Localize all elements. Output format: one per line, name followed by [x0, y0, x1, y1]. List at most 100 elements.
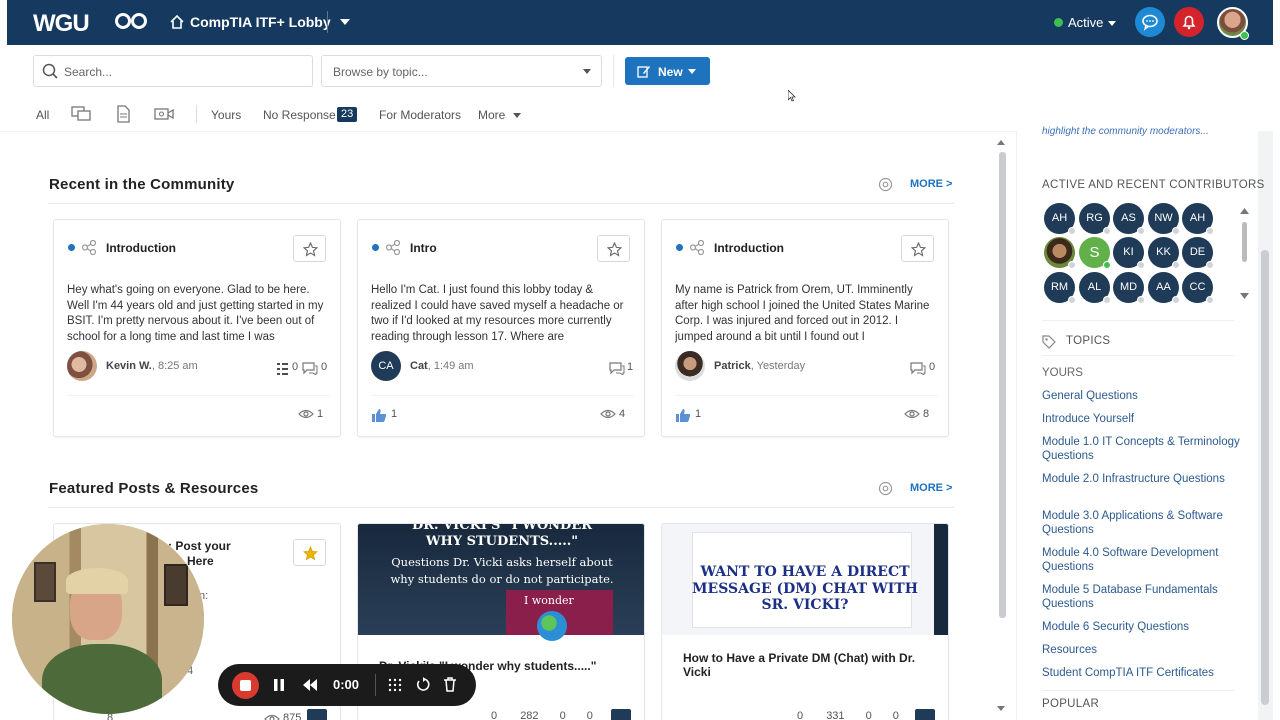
stop-recording-button[interactable]: [232, 672, 259, 699]
eye-icon: [264, 714, 280, 720]
scroll-up-icon[interactable]: [997, 140, 1005, 145]
moderators-note[interactable]: highlight the community moderators...: [1042, 126, 1209, 137]
likes-count: 1: [391, 408, 398, 420]
author-name[interactable]: Kevin W.: [106, 360, 152, 372]
answers-count: 0: [292, 361, 299, 373]
author-name[interactable]: Patrick: [714, 360, 751, 372]
contributors-title: ACTIVE AND RECENT CONTRIBUTORS: [1042, 179, 1265, 191]
featured-post-title[interactable]: How to Have a Private DM (Chat) with Dr.…: [683, 651, 933, 679]
favorite-button[interactable]: [597, 235, 630, 262]
wall-frame: [34, 562, 56, 602]
status-caret-icon[interactable]: [1108, 21, 1116, 26]
rewind-icon[interactable]: [302, 678, 318, 692]
topic-link[interactable]: Module 3.0 Applications & Software Quest…: [1042, 509, 1242, 537]
topic-link[interactable]: Resources: [1042, 643, 1242, 657]
shares-count: 0: [586, 710, 593, 720]
messages-button[interactable]: [1135, 7, 1165, 37]
grid-icon[interactable]: [388, 678, 402, 692]
comments-count: 0: [797, 710, 804, 720]
filter-yours[interactable]: Yours: [211, 108, 241, 122]
new-post-button[interactable]: New: [625, 57, 710, 85]
lobby-title[interactable]: CompTIA ITF+ Lobby: [190, 14, 331, 30]
featured-image[interactable]: WANT TO HAVE A DIRECT MESSAGE (DM) CHAT …: [662, 524, 948, 635]
post-category[interactable]: Intro: [410, 241, 437, 255]
lobby-menu-caret-icon[interactable]: [340, 19, 350, 25]
featured-post-card[interactable]: WANT TO HAVE A DIRECT MESSAGE (DM) CHAT …: [661, 523, 949, 720]
post-excerpt[interactable]: Hey what's going on everyone. Glad to be…: [67, 283, 329, 344]
filter-divider: [196, 105, 197, 123]
browse-by-topic-select[interactable]: Browse by topic...: [321, 55, 602, 87]
filter-all[interactable]: All: [36, 108, 49, 122]
eye-icon: [298, 409, 314, 419]
status-dropdown[interactable]: Active: [1068, 15, 1103, 30]
favorite-button[interactable]: [293, 235, 326, 262]
thumbs-up-icon[interactable]: [371, 408, 387, 422]
topic-link[interactable]: Module 5 Database Fundamentals Questions: [1042, 583, 1242, 611]
scroll-down-icon[interactable]: [1240, 293, 1249, 299]
document-icon[interactable]: [113, 105, 133, 123]
card-divider: [371, 395, 633, 396]
topic-link[interactable]: Module 1.0 IT Concepts & Terminology Que…: [1042, 435, 1242, 463]
contributors-scrollbar[interactable]: [1242, 222, 1247, 262]
recent-more-link[interactable]: MORE >: [910, 178, 952, 190]
pin-icon[interactable]: [915, 709, 935, 720]
topic-link[interactable]: Student CompTIA ITF Certificates: [1042, 666, 1242, 680]
restart-icon[interactable]: [416, 677, 430, 692]
author-avatar[interactable]: [675, 351, 705, 381]
post-category[interactable]: Introduction: [106, 241, 176, 255]
wgu-logo[interactable]: WGU: [33, 10, 90, 38]
post-category[interactable]: Introduction: [714, 241, 784, 255]
post-excerpt[interactable]: My name is Patrick from Orem, UT. Immine…: [675, 283, 937, 344]
presence-dot-icon: [1068, 296, 1076, 304]
more-caret-icon[interactable]: [513, 113, 521, 118]
video-icon[interactable]: [154, 105, 174, 123]
pin-icon[interactable]: [611, 709, 631, 720]
settings-gear-icon[interactable]: [878, 481, 893, 496]
filter-for-moderators[interactable]: For Moderators: [379, 108, 461, 122]
page-scrollbar[interactable]: [1261, 250, 1269, 705]
recent-post-card[interactable]: Introduction My name is Patrick from Ore…: [661, 219, 949, 437]
discussions-icon[interactable]: [71, 105, 91, 123]
settings-gear-icon[interactable]: [878, 177, 893, 192]
author-name[interactable]: Cat: [410, 360, 428, 372]
comment-icon: [609, 362, 625, 375]
presence-dot-icon: [1103, 296, 1111, 304]
eye-icon: [600, 409, 616, 419]
trash-icon[interactable]: [443, 677, 457, 692]
recent-post-card[interactable]: Introduction Hey what's going on everyon…: [53, 219, 341, 437]
presence-dot-icon: [1206, 296, 1214, 304]
topic-link[interactable]: General Questions: [1042, 389, 1242, 403]
pin-icon[interactable]: [307, 709, 327, 720]
notifications-button[interactable]: [1174, 7, 1204, 37]
status-online-icon: [1054, 18, 1063, 27]
pause-icon[interactable]: [272, 678, 286, 692]
scroll-up-icon[interactable]: [1240, 208, 1249, 214]
filter-more[interactable]: More: [478, 108, 505, 122]
share-icon: [385, 240, 401, 255]
author-avatar[interactable]: CA: [371, 351, 401, 381]
post-excerpt[interactable]: Hello I'm Cat. I just found this lobby t…: [371, 283, 633, 344]
filter-no-response[interactable]: No Response: [263, 108, 336, 122]
featured-more-link[interactable]: MORE >: [910, 482, 952, 494]
topic-link[interactable]: YOURS: [1042, 366, 1242, 380]
featured-image[interactable]: DR. VICKI'S "I WONDER WHY STUDENTS....." …: [358, 524, 644, 641]
owl-logo-icon[interactable]: [114, 11, 150, 35]
rail-divider: [1042, 355, 1234, 356]
favorite-button[interactable]: [293, 539, 326, 566]
topic-link[interactable]: Module 4.0 Software Development Question…: [1042, 546, 1242, 574]
author-avatar[interactable]: [67, 351, 97, 381]
search-input[interactable]: Search...: [33, 55, 313, 87]
favorite-button[interactable]: [901, 235, 934, 262]
home-icon[interactable]: [169, 14, 185, 30]
main-scrollbar[interactable]: [999, 152, 1006, 618]
thumbs-up-icon[interactable]: [675, 408, 691, 422]
topic-link[interactable]: Introduce Yourself: [1042, 412, 1242, 426]
topic-link[interactable]: Module 6 Security Questions: [1042, 620, 1242, 634]
recent-post-card[interactable]: Intro Hello I'm Cat. I just found this l…: [357, 219, 645, 437]
comment-icon: [910, 362, 926, 375]
unread-dot-icon: [676, 244, 683, 251]
scroll-down-icon[interactable]: [997, 706, 1005, 711]
webcam-overlay[interactable]: [12, 524, 204, 714]
wonder-text: I wonder: [524, 594, 574, 607]
topic-link[interactable]: Module 2.0 Infrastructure Questions: [1042, 472, 1242, 486]
